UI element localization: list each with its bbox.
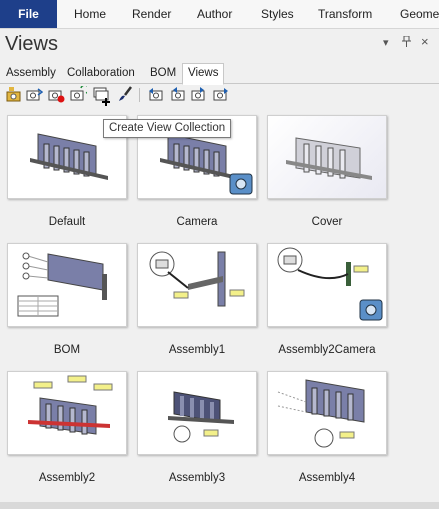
view-label: Assembly2Camera [278,344,376,356]
view-label: Cover [311,216,343,228]
record-view-icon[interactable] [48,86,65,103]
panel-title: Views [5,33,58,55]
menu-home[interactable]: Home [74,0,106,28]
tab-bar: Assembly Collaboration BOM Views [0,62,439,85]
view-card-assembly1[interactable]: Assembly1 [137,243,257,356]
view-label: Assembly3 [168,472,226,484]
view-thumbnail[interactable] [267,371,387,455]
view-label: Assembly4 [298,472,356,484]
view-card-assembly2[interactable]: Assembly2 [7,371,127,484]
tab-assembly[interactable]: Assembly [6,64,56,83]
next-view-icon[interactable] [191,86,208,103]
view-card-bom[interactable]: BOM [7,243,127,356]
view-thumbnail[interactable] [7,371,127,455]
pin-icon[interactable] [402,35,411,50]
brush-icon[interactable] [117,86,134,103]
tab-collaboration[interactable]: Collaboration [67,64,135,83]
toolbar-separator [139,88,140,102]
view-card-cover[interactable]: Cover [267,115,387,228]
tooltip: Create View Collection [103,119,232,138]
bottom-strip [0,502,439,509]
menu-file[interactable]: File [0,0,57,28]
view-card-assembly3[interactable]: Assembly3 [137,371,257,484]
first-view-icon[interactable] [147,86,164,103]
view-label: BOM [53,344,81,356]
view-thumbnail[interactable] [267,115,387,199]
view-label: Assembly2 [38,472,96,484]
views-toolbar [0,83,439,107]
tab-bom[interactable]: BOM [150,64,176,83]
ribbon-menu: File Home Render Author Styles Transform… [0,0,439,29]
view-thumbnail[interactable] [267,243,387,327]
view-card-assembly4[interactable]: Assembly4 [267,371,387,484]
last-view-icon[interactable] [213,86,230,103]
view-card-assembly2camera[interactable]: Assembly2Camera [267,243,387,356]
close-icon[interactable]: × [421,34,429,49]
menu-geometry[interactable]: Geomet [400,0,439,28]
menu-author[interactable]: Author [197,0,232,28]
menu-transform[interactable]: Transform [318,0,372,28]
view-thumbnail[interactable] [137,371,257,455]
menu-render[interactable]: Render [132,0,171,28]
create-view-collection-icon[interactable] [93,86,110,106]
view-label: Camera [176,216,218,228]
view-label: Assembly1 [168,344,226,356]
tab-views[interactable]: Views [182,63,225,85]
view-thumbnail[interactable] [7,243,127,327]
update-view-icon[interactable] [26,86,44,103]
views-grid: Default Camera Cover BOM Assembly1 Assem… [0,112,439,502]
view-label: Default [48,216,86,228]
previous-view-icon[interactable] [169,86,186,103]
create-view-icon[interactable] [5,86,22,103]
dropdown-icon[interactable]: ▾ [383,36,389,49]
refresh-view-icon[interactable] [70,84,90,103]
menu-styles[interactable]: Styles [261,0,294,28]
view-thumbnail[interactable] [137,243,257,327]
